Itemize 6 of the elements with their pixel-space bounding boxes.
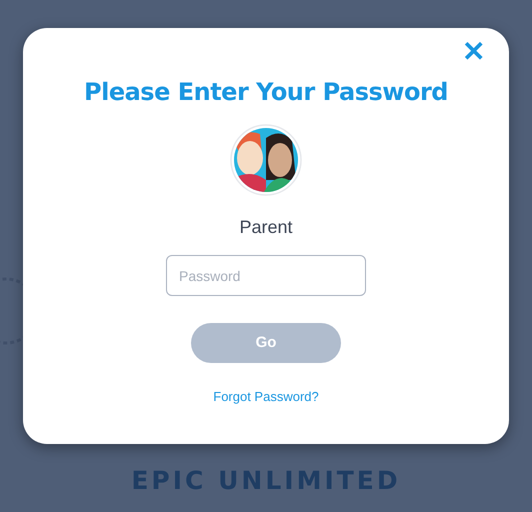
forgot-password-link[interactable]: Forgot Password? [213, 387, 319, 406]
dialog-title: Please Enter Your Password [83, 78, 449, 106]
avatar-drawing [230, 124, 302, 196]
close-button[interactable]: ✕ [458, 36, 489, 68]
user-name: Parent [238, 216, 294, 239]
password-field[interactable]: Password [166, 255, 366, 296]
